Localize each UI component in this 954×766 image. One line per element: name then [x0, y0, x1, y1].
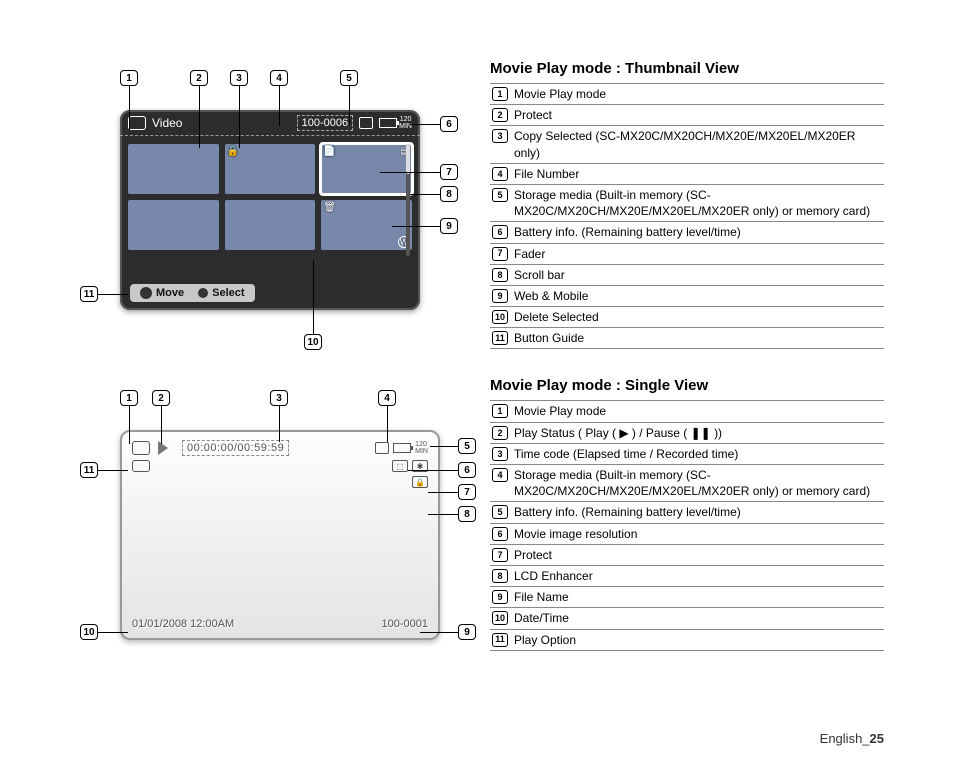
callout-9: 9	[440, 218, 458, 234]
lcd-single: 00:00:00/00:59:59 120 MIN ⬚	[120, 430, 440, 640]
thumbnail-6[interactable]: 🗑 W	[321, 200, 412, 250]
s-callout-7: 7	[458, 484, 476, 500]
s-callout-6: 6	[458, 462, 476, 478]
legend-row: 10Date/Time	[490, 608, 884, 629]
callout-6: 6	[440, 116, 458, 132]
page-footer: English_25	[820, 731, 884, 746]
file-name: 100-0001	[382, 618, 429, 630]
button-guide: Move Select	[130, 284, 255, 302]
figure-single-view: 1 2 3 4 5 6 7 8 9 11 10	[80, 390, 460, 640]
s-callout-5: 5	[458, 438, 476, 454]
legend-row: 3Copy Selected (SC-MX20C/MX20CH/MX20E/MX…	[490, 126, 884, 163]
thumbnail-2[interactable]: 🔒	[225, 144, 316, 194]
thumbnail-5[interactable]	[225, 200, 316, 250]
legend-row: 3Time code (Elapsed time / Recorded time…	[490, 444, 884, 465]
callout-4: 4	[270, 70, 288, 86]
callout-3: 3	[230, 70, 248, 86]
callout-8: 8	[440, 186, 458, 202]
select-label: Select	[212, 287, 244, 299]
thumbnail-1[interactable]	[128, 144, 219, 194]
legend-row: 8LCD Enhancer	[490, 566, 884, 587]
battery-icon	[393, 443, 411, 453]
s-callout-11: 11	[80, 462, 98, 478]
section-single-legend: Movie Play mode : Single View 1Movie Pla…	[490, 377, 884, 650]
callout-10: 10	[304, 334, 322, 350]
legend-row: 5Storage media (Built-in memory (SC-MX20…	[490, 185, 884, 222]
s-callout-9: 9	[458, 624, 476, 640]
legend-row: 10Delete Selected	[490, 307, 884, 328]
thumbnail-4[interactable]	[128, 200, 219, 250]
legend-row: 1Movie Play mode	[490, 84, 884, 105]
legend-row: 4Storage media (Built-in memory (SC-MX20…	[490, 465, 884, 502]
battery-indicator: 120 MIN	[379, 116, 412, 130]
legend-row: 6Movie image resolution	[490, 524, 884, 545]
s-callout-1: 1	[120, 390, 138, 406]
movie-mode-icon	[128, 116, 146, 130]
delete-selected-icon: 🗑	[323, 202, 336, 213]
legend-row: 9Web & Mobile	[490, 286, 884, 307]
figure-thumbnail-view: 1 2 3 4 5 6 7 8 9 11 10	[80, 70, 460, 350]
legend-row: 11Button Guide	[490, 328, 884, 349]
thumbnail-title: Movie Play mode : Thumbnail View	[490, 60, 884, 77]
play-icon	[158, 441, 168, 455]
resolution-icon: ⬚	[392, 460, 408, 472]
s-callout-2: 2	[152, 390, 170, 406]
move-label: Move	[156, 287, 184, 299]
file-number: 100-0006	[297, 115, 354, 131]
s-callout-8: 8	[458, 506, 476, 522]
storage-media-icon	[375, 442, 389, 454]
legend-row: 8Scroll bar	[490, 265, 884, 286]
single-title: Movie Play mode : Single View	[490, 377, 884, 394]
section-thumbnail-legend: Movie Play mode : Thumbnail View 1Movie …	[490, 60, 884, 349]
protect-icon: 🔒	[227, 146, 239, 157]
legend-row: 5Battery info. (Remaining battery level/…	[490, 502, 884, 523]
thumbnail-3[interactable]: 📄 ▤	[321, 144, 412, 194]
scroll-bar[interactable]	[406, 144, 410, 256]
s-callout-4: 4	[378, 390, 396, 406]
s-callout-10: 10	[80, 624, 98, 640]
ok-icon	[198, 288, 208, 298]
dpad-icon	[140, 287, 152, 299]
copy-selected-icon: 📄	[323, 146, 335, 157]
callout-11: 11	[80, 286, 98, 302]
battery-icon	[379, 118, 397, 128]
lcd-thumbnail: Video 100-0006 120 MIN 🔒	[120, 110, 420, 310]
callout-5: 5	[340, 70, 358, 86]
s-callout-3: 3	[270, 390, 288, 406]
storage-media-icon	[359, 117, 373, 129]
date-time: 01/01/2008 12:00AM	[132, 618, 234, 630]
legend-row: 7Protect	[490, 545, 884, 566]
legend-row: 2Protect	[490, 105, 884, 126]
legend-row: 7Fader	[490, 244, 884, 265]
callout-2: 2	[190, 70, 208, 86]
time-code: 00:00:00/00:59:59	[182, 440, 289, 456]
play-option-icon	[132, 460, 150, 472]
legend-row: 2Play Status ( Play ( ▶ ) / Pause ( ❚❚ )…	[490, 423, 884, 444]
legend-row: 11Play Option	[490, 630, 884, 651]
callout-7: 7	[440, 164, 458, 180]
legend-row: 4File Number	[490, 164, 884, 185]
movie-mode-icon	[132, 441, 150, 455]
callout-1: 1	[120, 70, 138, 86]
legend-row: 6Battery info. (Remaining battery level/…	[490, 222, 884, 243]
protect-icon: 🔒	[412, 476, 428, 488]
legend-row: 9File Name	[490, 587, 884, 608]
legend-row: 1Movie Play mode	[490, 401, 884, 422]
mode-label: Video	[152, 116, 182, 130]
